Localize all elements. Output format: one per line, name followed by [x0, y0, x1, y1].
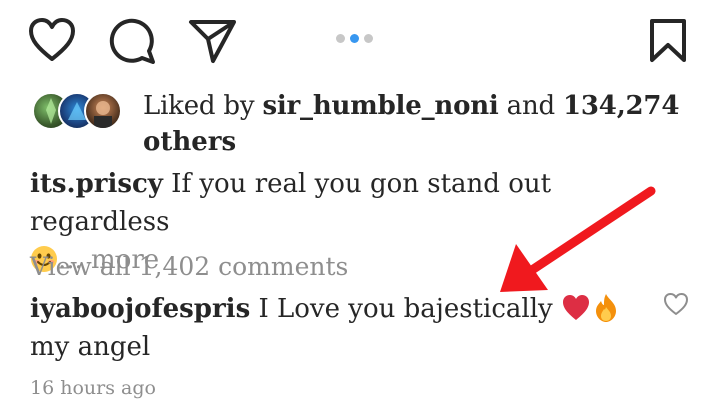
likes-count[interactable]: 134,274	[563, 91, 679, 121]
liker-avatars[interactable]	[32, 92, 132, 130]
carousel-dot-active	[350, 34, 359, 43]
view-all-comments-link[interactable]: View all 1,402 comments	[30, 250, 348, 284]
bookmark-icon[interactable]	[648, 18, 688, 64]
likes-others[interactable]: others	[143, 124, 236, 160]
red-heart-emoji-icon	[561, 293, 591, 323]
comment-text: I Love you bajestically	[250, 294, 561, 324]
comment: iyaboojofespris I Love you bajestically …	[30, 290, 650, 366]
liked-by-text: Liked by sir_humble_noni and 134,274	[143, 88, 683, 124]
carousel-dot	[364, 34, 373, 43]
carousel-dots	[336, 34, 373, 43]
action-bar	[0, 0, 720, 80]
comment-icon[interactable]	[108, 18, 156, 64]
liked-by-prefix: Liked by	[143, 91, 263, 121]
liked-by-user[interactable]: sir_humble_noni	[262, 91, 498, 121]
caption-username[interactable]: its.priscy	[30, 169, 163, 199]
comment-heart-icon[interactable]	[663, 292, 689, 316]
carousel-dot	[336, 34, 345, 43]
send-icon[interactable]	[188, 18, 238, 64]
timestamp: 16 hours ago	[30, 377, 156, 399]
liked-by-and: and	[498, 91, 564, 121]
avatar	[84, 92, 122, 130]
comment-username[interactable]: iyaboojofespris	[30, 294, 250, 324]
comment-text-line2: my angel	[30, 332, 151, 362]
heart-icon[interactable]	[28, 18, 76, 62]
fire-emoji-icon	[591, 293, 621, 323]
